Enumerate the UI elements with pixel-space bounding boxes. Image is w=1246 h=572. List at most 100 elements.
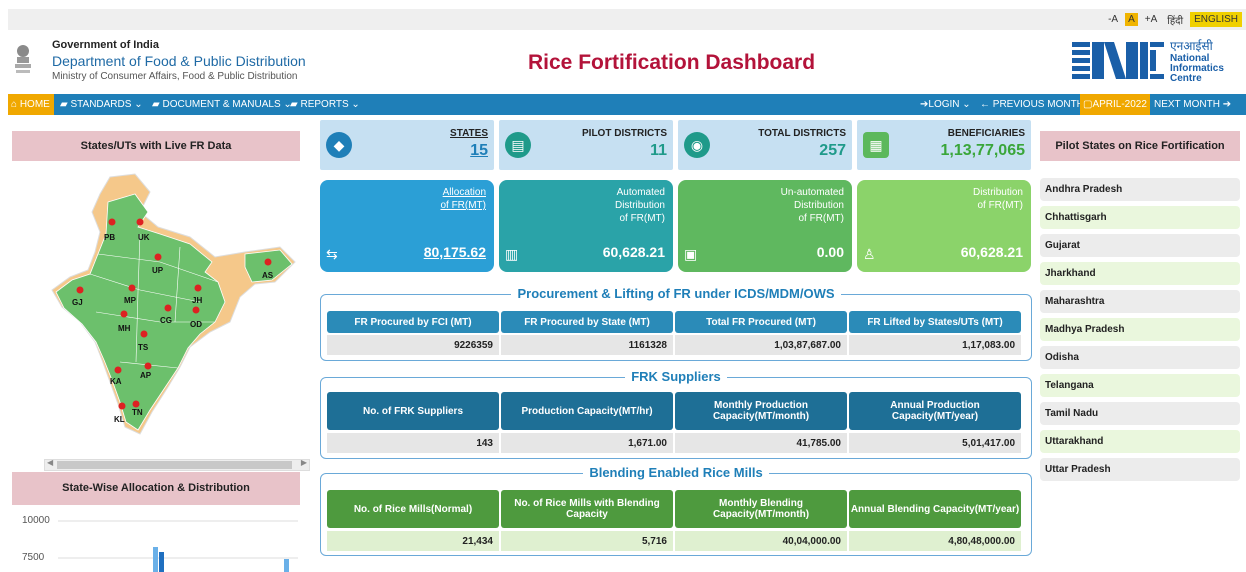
svg-text:CG: CG (160, 316, 172, 325)
svg-text:AP: AP (140, 371, 152, 380)
table-cell: 143 (327, 433, 499, 453)
english-language-button[interactable]: ENGLISH (1190, 12, 1242, 27)
pilot-state-item[interactable]: Telangana (1040, 374, 1240, 397)
pilot-state-item[interactable]: Chhattisgarh (1040, 206, 1240, 229)
current-month-label: APRIL-2022 (1092, 99, 1147, 110)
table-cell: 1161328 (501, 335, 673, 355)
nav-standards-label: STANDARDS (70, 99, 132, 110)
allocation-label: Allocation of FR(MT) (440, 187, 486, 211)
frk-value-row: 143 1,671.00 41,785.00 5,01,417.00 (327, 433, 1021, 453)
map-horizontal-scrollbar[interactable]: ◀ ▶ (44, 458, 310, 471)
pilot-state-item[interactable]: Uttar Pradesh (1040, 458, 1240, 481)
nav-standards[interactable]: ▰ STANDARDS ⌄ (60, 94, 143, 115)
automated-distribution-tile: Automated Distribution of FR(MT) ▥ 60,628.… (499, 180, 673, 272)
font-normal-button[interactable]: A (1125, 13, 1138, 26)
nav-reports[interactable]: ▰ REPORTS ⌄ (290, 94, 360, 115)
site-header: Government of India Department of Food &… (8, 30, 1246, 94)
table-cell: 5,716 (501, 531, 673, 551)
nav-documents[interactable]: ▰ DOCUMENT & MANUALS ⌄ (152, 94, 292, 115)
next-month-button[interactable]: NEXT MONTH ➔ (1154, 94, 1231, 115)
nav-documents-label: DOCUMENT & MANUALS (162, 99, 281, 110)
store-icon: ▤ (505, 132, 531, 158)
table-header: Monthly Blending Capacity(MT/month) (675, 490, 847, 528)
nic-line3: Centre (1170, 73, 1202, 84)
unautomated-distribution-label: Un-automated Distribution of FR(MT) (780, 187, 844, 224)
person-icon: ♙ (863, 246, 876, 262)
pilot-state-item[interactable]: Odisha (1040, 346, 1240, 369)
frk-header-row: No. of FRK Suppliers Production Capacity… (327, 392, 1021, 430)
table-cell: 1,671.00 (501, 433, 673, 453)
live-fr-title: States/UTs with Live FR Data (12, 131, 300, 161)
nav-home[interactable]: ⌂ HOME (8, 94, 54, 115)
pilot-state-item[interactable]: Uttarakhand (1040, 430, 1240, 453)
table-header: FR Procured by FCI (MT) (327, 311, 499, 333)
svg-text:TS: TS (138, 343, 149, 352)
nic-hindi-label: एनआईसी (1170, 39, 1214, 53)
table-header: FR Lifted by States/UTs (MT) (849, 311, 1021, 333)
table-cell: 9226359 (327, 335, 499, 355)
scroll-left-icon[interactable]: ◀ (47, 458, 53, 467)
table-cell: 40,04,000.00 (675, 531, 847, 551)
table-cell: 1,17,083.00 (849, 335, 1021, 355)
pilot-state-item[interactable]: Gujarat (1040, 234, 1240, 257)
beneficiaries-label: BENEFICIARIES (947, 128, 1025, 139)
allocation-chart-area (58, 520, 298, 572)
table-header: No. of FRK Suppliers (327, 392, 499, 430)
allocation-chart-title: State-Wise Allocation & Distribution (12, 472, 300, 505)
pilot-state-item[interactable]: Andhra Pradesh (1040, 178, 1240, 201)
allocation-tile[interactable]: Allocation of FR(MT) ⇆ 80,175.62 (320, 180, 494, 272)
states-card[interactable]: ◆ STATES 15 (320, 120, 494, 170)
document-icon: ▦ (863, 132, 889, 158)
unautomated-distribution-tile: Un-automated Distribution of FR(MT) ▣ 0.00 (678, 180, 852, 272)
pilot-state-item[interactable]: Jharkhand (1040, 262, 1240, 285)
nav-login[interactable]: ➔LOGIN ⌄ (920, 94, 971, 115)
font-decrease-button[interactable]: -A (1105, 13, 1121, 26)
arrow-left-icon: ← (980, 99, 990, 110)
total-districts-card: ◉ TOTAL DISTRICTS 257 (678, 120, 852, 170)
svg-text:UK: UK (138, 233, 150, 242)
pilot-state-item[interactable]: Maharashtra (1040, 290, 1240, 313)
svg-text:MP: MP (124, 296, 137, 305)
table-header: Production Capacity(MT/hr) (501, 392, 673, 430)
svg-text:GJ: GJ (72, 298, 83, 307)
scrollbar-thumb[interactable] (57, 461, 292, 469)
previous-month-button[interactable]: ← PREVIOUS MONTH (980, 94, 1084, 115)
current-month-badge[interactable]: ▢APRIL-2022 (1080, 94, 1150, 115)
table-header: FR Procured by State (MT) (501, 311, 673, 333)
table-cell: 21,434 (327, 531, 499, 551)
svg-text:TN: TN (132, 408, 143, 417)
distribution-tile: Distribution of FR(MT) ♙ 60,628.21 (857, 180, 1031, 272)
previous-month-label: PREVIOUS MONTH (992, 99, 1084, 110)
nic-logo-icon: एनआईसी National Informatics Centre (1070, 39, 1224, 84)
table-header: Annual Production Capacity(MT/year) (849, 392, 1021, 430)
font-increase-button[interactable]: +A (1142, 13, 1161, 26)
scroll-right-icon[interactable]: ▶ (301, 458, 307, 467)
nav-login-label: LOGIN (928, 99, 960, 110)
home-icon: ⌂ (11, 99, 18, 110)
total-districts-label: TOTAL DISTRICTS (758, 128, 846, 139)
department-label: Department of Food & Public Distribution (52, 53, 306, 69)
page-title: Rice Fortification Dashboard (528, 51, 816, 74)
pilot-states-title: Pilot States on Rice Fortification (1040, 131, 1240, 161)
pilot-state-item[interactable]: Tamil Nadu (1040, 402, 1240, 425)
svg-text:KA: KA (110, 377, 122, 386)
procurement-title: Procurement & Lifting of FR under ICDS/M… (321, 286, 1031, 301)
hindi-language-button[interactable]: हिंदी (1164, 12, 1186, 28)
main-navbar: ⌂ HOME ▰ STANDARDS ⌄ ▰ DOCUMENT & MANUAL… (8, 94, 1246, 115)
chart-bar (159, 552, 164, 572)
card-icon: ▣ (684, 246, 698, 262)
unautomated-distribution-value: 0.00 (816, 244, 844, 260)
frk-suppliers-section: FRK Suppliers No. of FRK Suppliers Produ… (320, 369, 1032, 459)
procurement-header-row: FR Procured by FCI (MT) FR Procured by S… (327, 311, 1021, 333)
svg-text:KL: KL (114, 415, 125, 424)
india-map[interactable]: PB UK UP AS GJ MP JH CG OD MH TS AP KA K… (40, 172, 310, 442)
table-header: No. of Rice Mills(Normal) (327, 490, 499, 528)
blending-value-row: 21,434 5,716 40,04,000.00 4,80,48,000.00 (327, 531, 1021, 551)
pilot-districts-value: 11 (650, 142, 667, 159)
pilot-state-item[interactable]: Madhya Pradesh (1040, 318, 1240, 341)
table-header: No. of Rice Mills with Blending Capacity (501, 490, 673, 528)
national-emblem-icon (15, 45, 31, 73)
table-header: Total FR Procured (MT) (675, 311, 847, 333)
arrow-right-icon: ➔ (1222, 99, 1232, 110)
frk-title: FRK Suppliers (321, 369, 1031, 384)
